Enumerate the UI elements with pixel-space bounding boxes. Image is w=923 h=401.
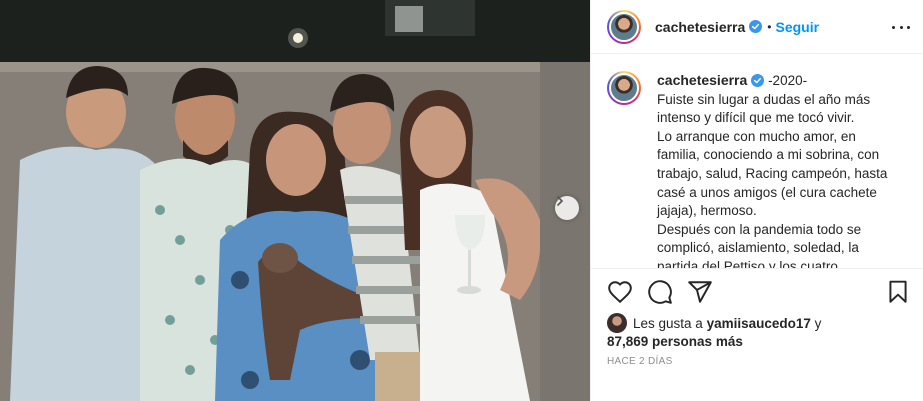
caption-line: Fuiste sin lugar a dudas el año más xyxy=(657,91,871,107)
chevron-right-icon xyxy=(557,196,564,206)
likes-conjunction: y xyxy=(814,316,822,331)
caption-first-line: cachetesierra -2020- xyxy=(657,71,887,91)
separator-dot: • xyxy=(767,19,772,34)
more-options-icon[interactable] xyxy=(892,18,910,36)
author-avatar[interactable] xyxy=(607,9,641,44)
post-header: cachetesierra • Seguir xyxy=(591,0,923,54)
share-icon[interactable] xyxy=(687,279,713,305)
post-photo[interactable] xyxy=(0,0,590,401)
liker-avatar[interactable] xyxy=(607,313,627,333)
comment-icon[interactable] xyxy=(647,279,673,305)
liker-username[interactable]: yamiisaucedo17 xyxy=(707,316,811,331)
caption-line: jajaja), hermoso. xyxy=(657,203,757,219)
caption-text: cachetesierra -2020- Fuiste sin lugar a … xyxy=(657,71,887,268)
avatar-image xyxy=(609,11,639,42)
caption-line: partida del Pettiso y los cuatro xyxy=(657,258,838,268)
avatar-image xyxy=(609,73,639,103)
caption-line: Después con la pandemia todo se xyxy=(657,221,862,237)
heart-icon[interactable] xyxy=(607,279,633,305)
caption-area[interactable]: cachetesierra -2020- Fuiste sin lugar a … xyxy=(591,55,923,268)
verified-badge-icon xyxy=(749,20,763,33)
caption-line: intenso y difícil que me tocó vivir. xyxy=(657,110,855,126)
post-sidebar: cachetesierra • Seguir cachetesierra -20… xyxy=(590,0,923,401)
caption-line: -2020- xyxy=(768,73,808,88)
likes-prefix: Les gusta a xyxy=(633,316,703,331)
caption: cachetesierra -2020- Fuiste sin lugar a … xyxy=(607,71,912,268)
caption-line: complicó, aislamiento, soledad, la xyxy=(657,240,859,256)
caption-username[interactable]: cachetesierra xyxy=(657,72,747,88)
caption-line: Lo arranque con mucho amor, en xyxy=(657,128,856,144)
post-timestamp[interactable]: HACE 2 DÍAS xyxy=(607,356,673,367)
action-bar xyxy=(591,268,923,308)
bookmark-icon[interactable] xyxy=(885,279,911,305)
caption-avatar[interactable] xyxy=(607,71,641,105)
follow-button[interactable]: Seguir xyxy=(776,19,820,35)
caption-line: trabajo, salud, Racing campeón, hasta xyxy=(657,165,888,181)
carousel-next-button[interactable] xyxy=(555,196,579,220)
caption-line: casé a unos amigos (el cura cachete xyxy=(657,184,877,200)
likes-summary[interactable]: Les gusta a yamiisaucedo17 y 87,869 pers… xyxy=(607,313,912,351)
author-username[interactable]: cachetesierra xyxy=(655,19,745,35)
likes-count[interactable]: 87,869 personas más xyxy=(607,334,743,349)
verified-badge-icon xyxy=(751,74,765,87)
photo-illustration xyxy=(0,0,590,401)
caption-line: familia, conociendo a mi sobrina, con xyxy=(657,147,880,163)
